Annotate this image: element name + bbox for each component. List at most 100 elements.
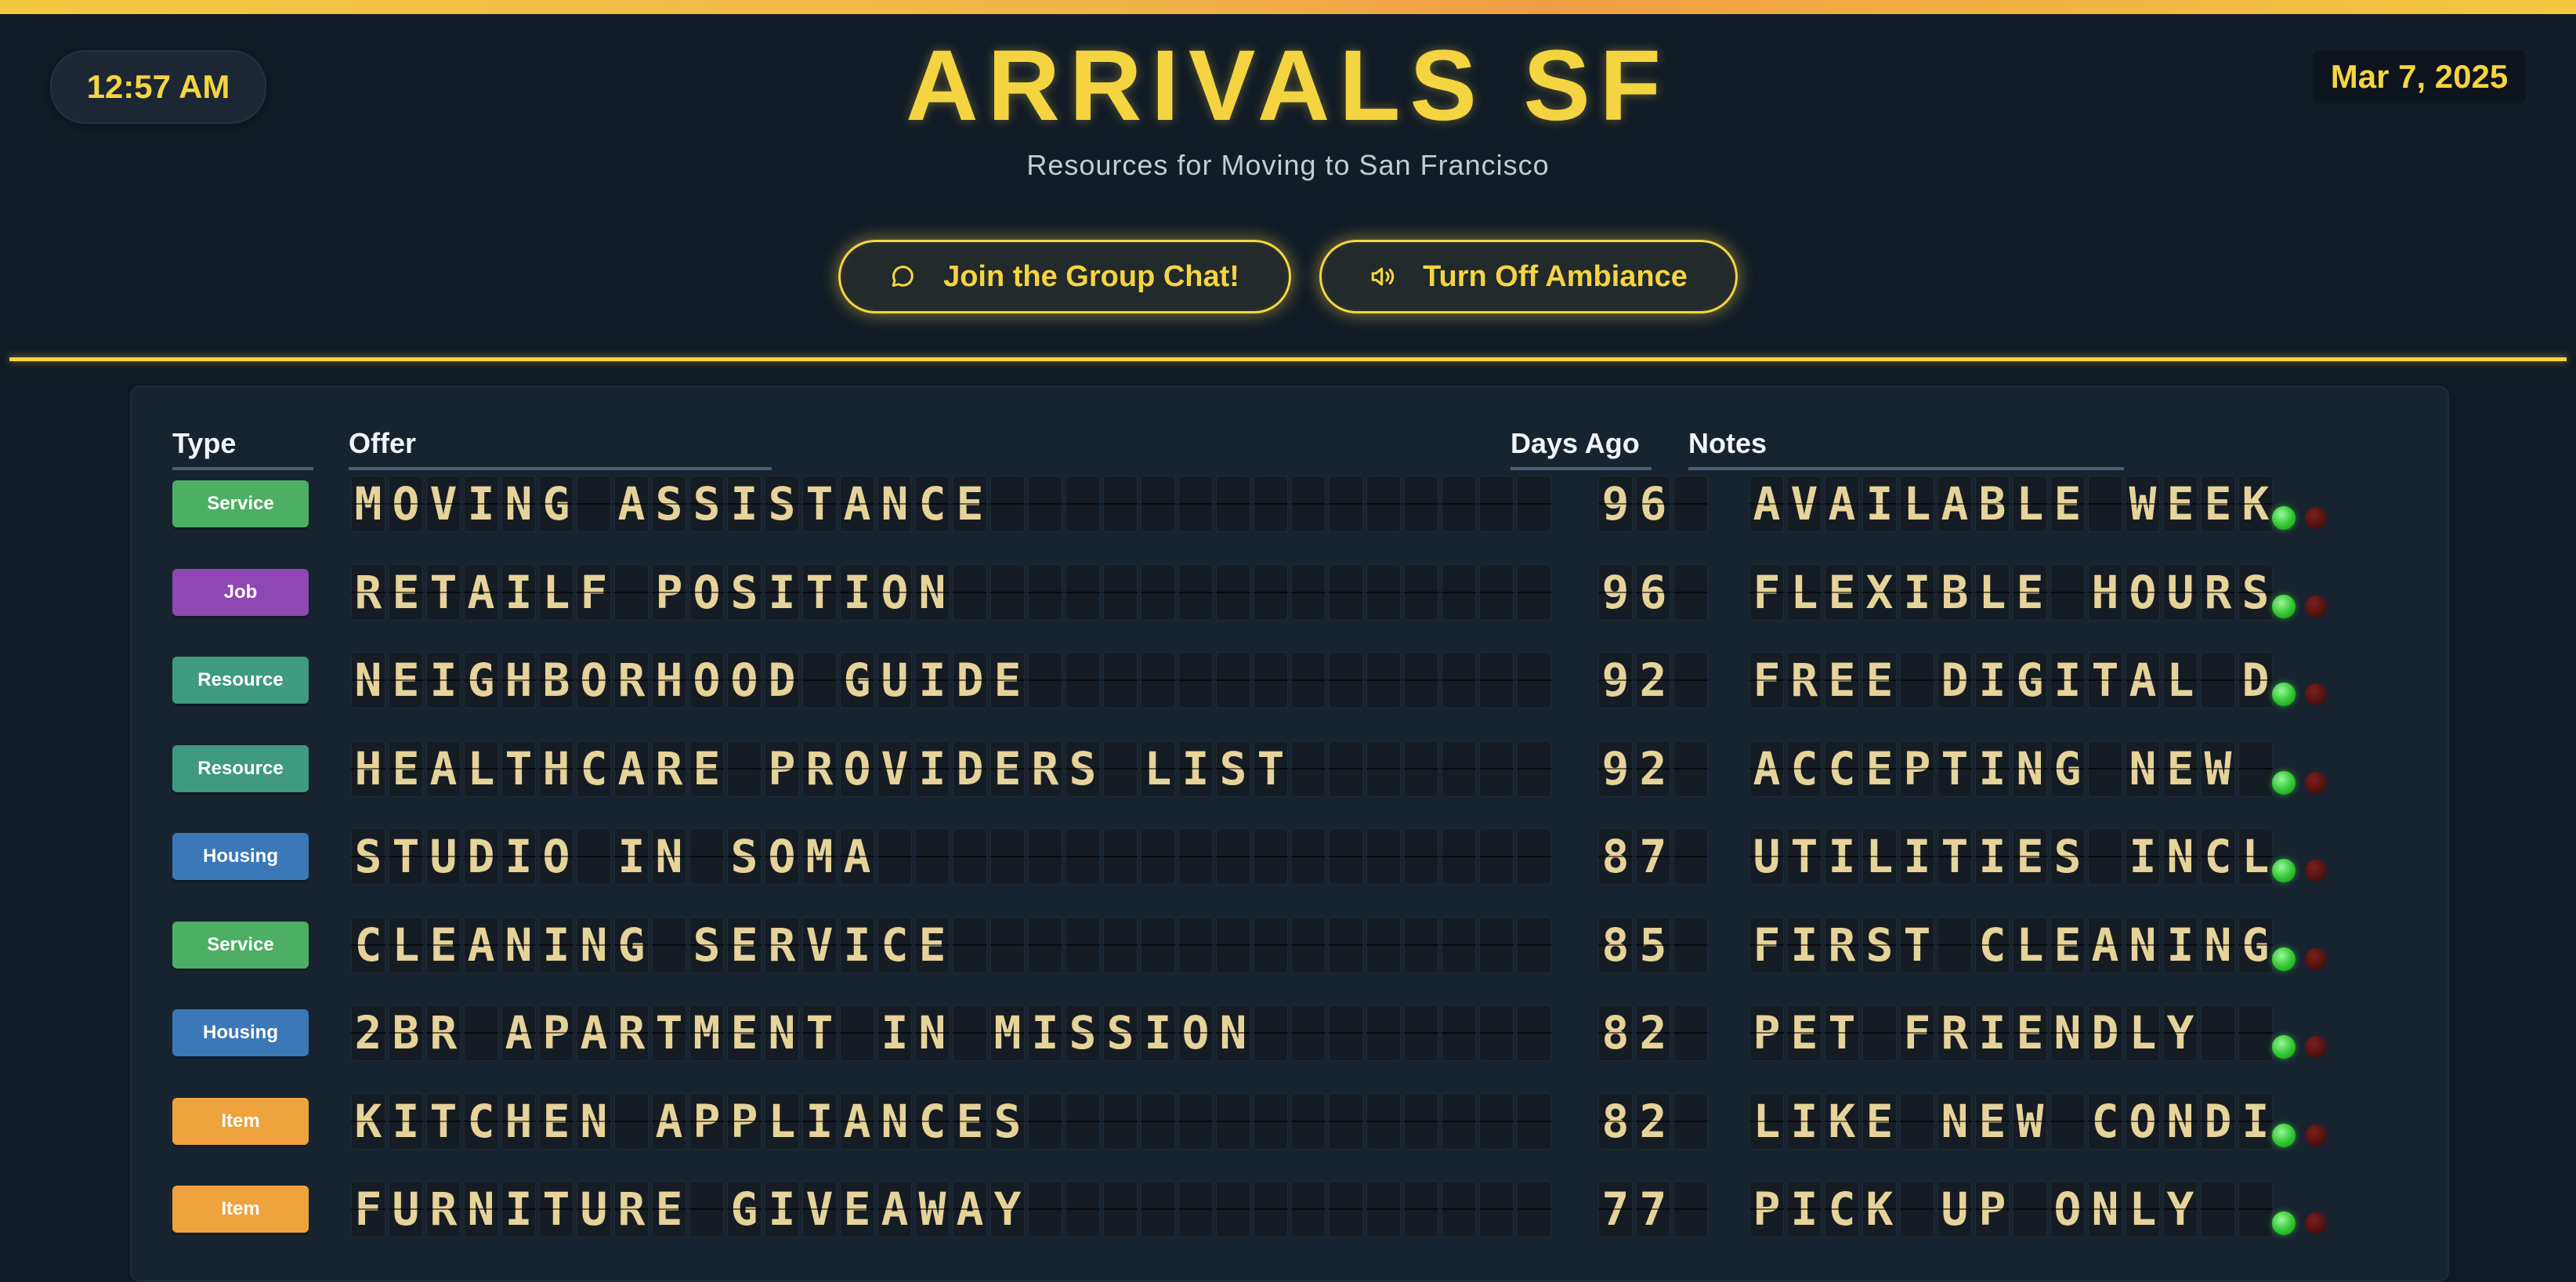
flap-character: 9: [1598, 652, 1633, 708]
offer-flaps: RETAILFPOSITION: [351, 564, 1551, 621]
flap-character: [1479, 1005, 1514, 1061]
status-light-green: [2272, 506, 2296, 530]
flap-character: Y: [2163, 1005, 2198, 1061]
flap-character: F: [1749, 917, 1784, 973]
flap-character: [1065, 652, 1100, 708]
flap-character: C: [464, 1093, 498, 1150]
flap-character: S: [1862, 917, 1897, 973]
flap-character: S: [2238, 564, 2273, 621]
flap-character: [1366, 828, 1401, 885]
flap-character: A: [840, 828, 874, 885]
flap-character: R: [614, 1181, 649, 1237]
flap-character: I: [501, 828, 536, 885]
flap-character: [1442, 917, 1476, 973]
flap-character: [1028, 828, 1062, 885]
column-header-days-ago: Days Ago: [1511, 427, 1640, 459]
flap-character: E: [2050, 917, 2085, 973]
flap-character: P: [727, 1093, 762, 1150]
page-subtitle: Resources for Moving to San Francisco: [1026, 149, 1550, 181]
chat-bubble-icon: [892, 266, 914, 287]
flap-character: Y: [990, 1181, 1025, 1237]
flap-character: [1103, 476, 1138, 532]
flap-character: I: [1975, 652, 2010, 708]
flap-character: E: [2013, 1005, 2047, 1061]
flap-character: P: [689, 1093, 724, 1150]
flap-character: T: [501, 741, 536, 797]
flap-character: [1937, 917, 1972, 973]
offer-flaps: KITCHENAPPLIANCES: [351, 1093, 1551, 1150]
flap-character: C: [915, 1093, 950, 1150]
flap-character: [1065, 917, 1100, 973]
flap-character: I: [2050, 652, 2085, 708]
flap-character: A: [877, 1181, 912, 1237]
flap-character: [1028, 476, 1062, 532]
flap-character: [1404, 1181, 1438, 1237]
flap-character: W: [915, 1181, 950, 1237]
flap-character: [1900, 1093, 1934, 1150]
flap-character: I: [1900, 828, 1934, 885]
flap-character: [1366, 564, 1401, 621]
flap-character: E: [426, 917, 461, 973]
flap-character: I: [614, 828, 649, 885]
flap-character: [1479, 741, 1514, 797]
flap-character: I: [1178, 741, 1213, 797]
flap-character: D: [2201, 1093, 2235, 1150]
notes-flaps: LIKENEWCONDI: [1749, 1093, 2273, 1150]
flap-character: E: [1825, 652, 1859, 708]
flap-character: [1862, 1005, 1897, 1061]
flap-character: O: [389, 476, 423, 532]
flap-character: 7: [1636, 828, 1670, 885]
flap-character: D: [2088, 1005, 2122, 1061]
flap-character: [1103, 1181, 1138, 1237]
flap-character: X: [1862, 564, 1897, 621]
flap-character: [1329, 917, 1363, 973]
flap-character: O: [2126, 1093, 2160, 1150]
flap-character: S: [990, 1093, 1025, 1150]
flap-character: I: [1975, 1005, 2010, 1061]
flap-character: [652, 917, 686, 973]
flap-character: [1141, 476, 1175, 532]
flap-character: [2050, 1093, 2085, 1150]
flap-character: U: [577, 1181, 611, 1237]
flap-character: I: [1975, 741, 2010, 797]
status-light-red: [2305, 1212, 2327, 1234]
offer-flaps: FURNITUREGIVEAWAY: [351, 1181, 1551, 1237]
flap-character: R: [614, 652, 649, 708]
flap-character: [1254, 1181, 1288, 1237]
flap-character: 6: [1636, 476, 1670, 532]
type-badge: Resource: [172, 657, 309, 704]
flap-character: N: [577, 917, 611, 973]
flap-character: I: [765, 1181, 799, 1237]
flap-character: M: [802, 828, 837, 885]
flap-character: O: [539, 828, 573, 885]
flap-character: [689, 1181, 724, 1237]
flap-character: T: [426, 1093, 461, 1150]
flap-character: P: [1975, 1181, 2010, 1237]
flap-character: T: [2088, 652, 2122, 708]
flap-character: L: [1975, 564, 2010, 621]
flap-character: G: [614, 917, 649, 973]
flap-character: V: [426, 476, 461, 532]
flap-character: O: [577, 652, 611, 708]
flap-character: C: [1787, 741, 1822, 797]
flap-character: A: [840, 476, 874, 532]
flap-character: V: [802, 1181, 837, 1237]
flap-character: [1178, 652, 1213, 708]
flap-character: [1254, 1093, 1288, 1150]
flap-character: 8: [1598, 917, 1633, 973]
join-group-chat-button[interactable]: Join the Group Chat!: [838, 240, 1291, 313]
flap-character: R: [1028, 741, 1062, 797]
flap-character: [1479, 1093, 1514, 1150]
flap-character: L: [1862, 828, 1897, 885]
flap-character: I: [1900, 564, 1934, 621]
status-light-green: [2272, 1124, 2296, 1147]
flap-character: N: [501, 476, 536, 532]
flap-character: S: [1065, 741, 1100, 797]
flap-character: H: [501, 1093, 536, 1150]
flap-character: [1517, 917, 1551, 973]
flap-character: L: [2013, 917, 2047, 973]
toggle-ambiance-button[interactable]: Turn Off Ambiance: [1319, 240, 1738, 313]
flap-character: [1028, 564, 1062, 621]
header-divider: [9, 357, 2567, 361]
flap-character: P: [539, 1005, 573, 1061]
